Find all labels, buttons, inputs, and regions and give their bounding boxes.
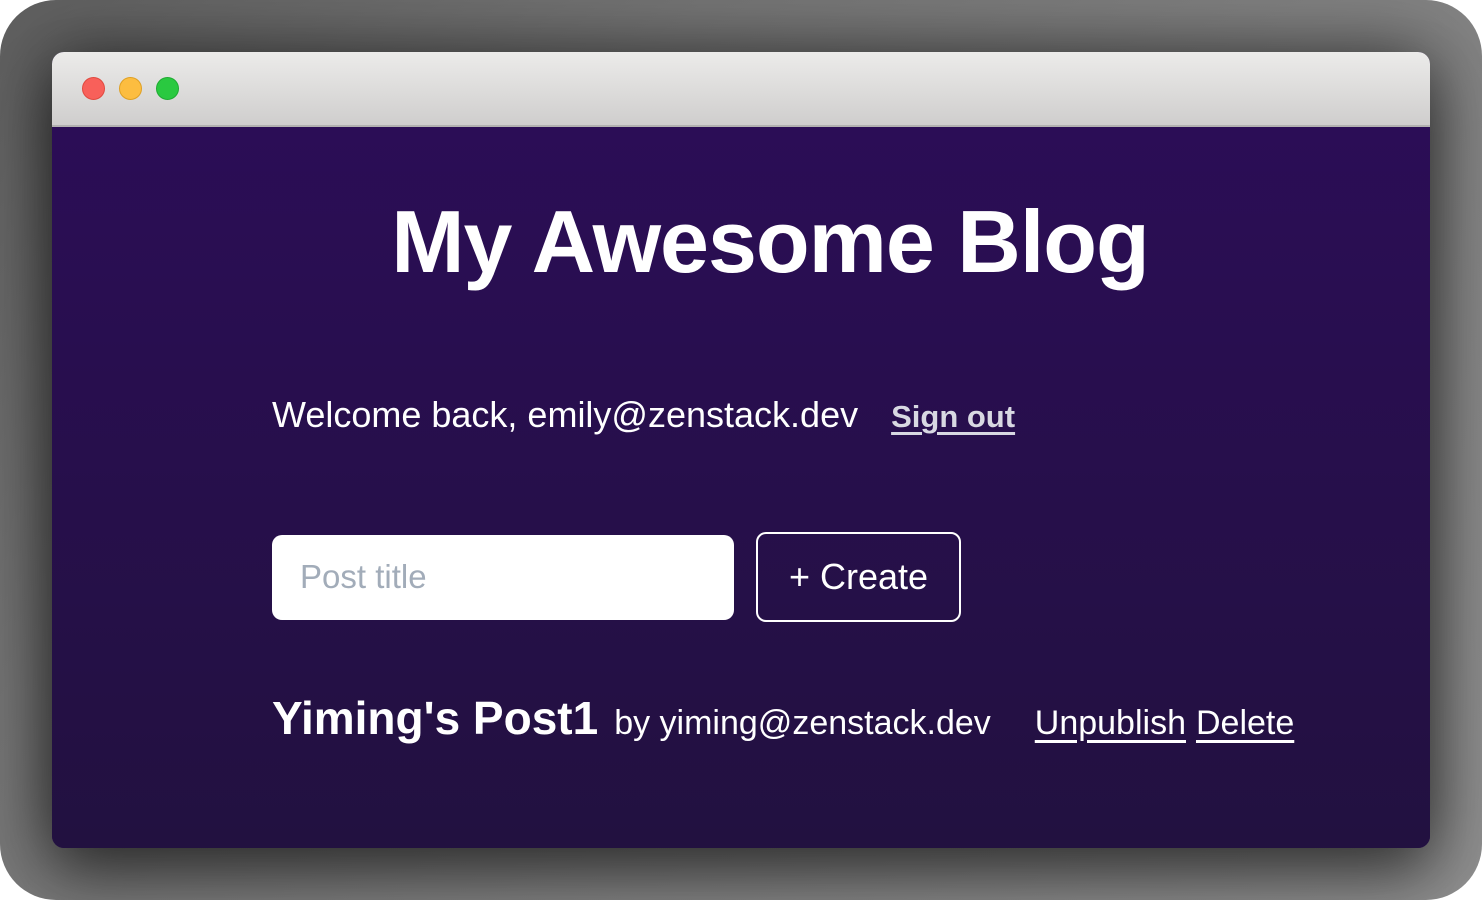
post-author: by yiming@zenstack.dev [614, 704, 991, 743]
minimize-button[interactable] [119, 77, 142, 100]
sign-out-link[interactable]: Sign out [891, 399, 1015, 435]
user-bar: Welcome back, emily@zenstack.dev Sign ou… [272, 394, 1268, 436]
page-content: My Awesome Blog Welcome back, emily@zens… [52, 127, 1430, 848]
post-title-input[interactable] [272, 535, 734, 620]
create-post-button[interactable]: + Create [756, 532, 961, 622]
zoom-button[interactable] [156, 77, 179, 100]
create-post-form: + Create [272, 532, 1268, 622]
welcome-text: Welcome back, emily@zenstack.dev [272, 394, 858, 436]
page-title: My Awesome Blog [272, 127, 1268, 292]
post-title: Yiming's Post1 [272, 691, 598, 745]
desktop-backdrop: My Awesome Blog Welcome back, emily@zens… [0, 0, 1482, 900]
post-list-item: Yiming's Post1 by yiming@zenstack.dev Un… [272, 691, 1268, 745]
main-container: My Awesome Blog Welcome back, emily@zens… [272, 127, 1268, 745]
window-controls [82, 77, 179, 100]
close-button[interactable] [82, 77, 105, 100]
unpublish-link[interactable]: Unpublish [1035, 704, 1186, 743]
window-titlebar[interactable] [52, 52, 1430, 127]
delete-link[interactable]: Delete [1196, 704, 1294, 743]
app-window: My Awesome Blog Welcome back, emily@zens… [52, 52, 1430, 848]
